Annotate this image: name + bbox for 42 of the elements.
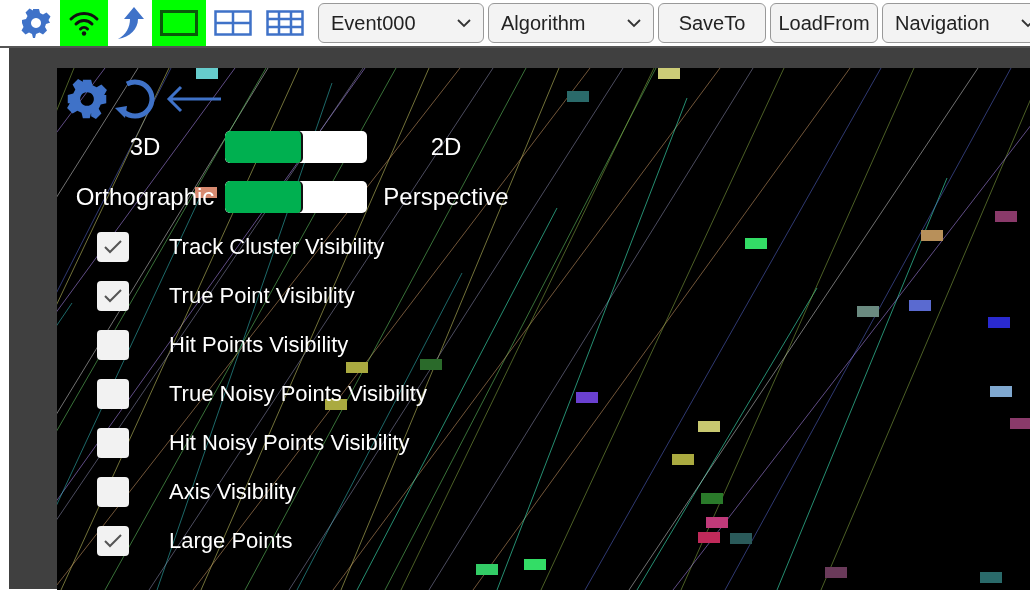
- toggle-label: 2D: [429, 133, 463, 161]
- checkbox[interactable]: [97, 476, 129, 507]
- curved-arrow-icon: [116, 6, 144, 40]
- checkbox[interactable]: [97, 378, 129, 409]
- three-by-three-grid-icon: [266, 10, 304, 36]
- wifi-icon: [68, 9, 100, 37]
- checkbox[interactable]: [97, 427, 129, 458]
- chevron-down-icon: [627, 18, 641, 28]
- dropdown[interactable]: Navigation: [882, 3, 1030, 43]
- checkmark-icon: [104, 239, 122, 254]
- settings-icon: [20, 7, 52, 39]
- dropdown[interactable]: Event000: [318, 3, 484, 43]
- two-by-two-grid-icon: [214, 10, 252, 36]
- checkmark-icon: [104, 533, 122, 548]
- toolbar-button[interactable]: [60, 0, 108, 46]
- toggle-slider[interactable]: [225, 181, 367, 213]
- button[interactable]: LoadFrom: [770, 3, 878, 43]
- toggle-label: Orthographic: [74, 183, 216, 211]
- chevron-down-icon: [457, 18, 471, 28]
- dropdown[interactable]: Algorithm: [488, 3, 654, 43]
- checkbox-label: Axis Visibility: [169, 478, 296, 505]
- checkbox-label: Hit Noisy Points Visibility: [169, 429, 410, 456]
- checkbox[interactable]: [97, 231, 129, 262]
- single-view-icon: [160, 10, 198, 36]
- toggle-label: 3D: [128, 133, 162, 161]
- checkbox[interactable]: [97, 329, 129, 360]
- checkbox[interactable]: [97, 280, 129, 311]
- toggle-slider[interactable]: [225, 131, 367, 163]
- toolbar-button[interactable]: [152, 0, 206, 46]
- checkbox-label: Track Cluster Visibility: [169, 233, 385, 260]
- checkbox-label: Large Points: [169, 527, 293, 554]
- checkbox-label: True Point Visibility: [169, 282, 355, 309]
- checkbox-label: Hit Points Visibility: [169, 331, 349, 358]
- button[interactable]: SaveTo: [658, 3, 766, 43]
- checkbox-label: True Noisy Points Visibility: [169, 380, 427, 407]
- settings-icon[interactable]: [65, 77, 109, 121]
- toggle-label: Perspective: [382, 183, 510, 211]
- chevron-down-icon: [1021, 18, 1030, 28]
- track-viewport[interactable]: 3D 2D Orthographic Perspective Track Cluster Visibility True Point Visibility Hit Points Visibility True Noisy Points Visibility Hit Noisy Points Visibility Axis Visibility Large Points: [57, 68, 1030, 590]
- checkmark-icon: [104, 288, 122, 303]
- back-arrow-icon[interactable]: [165, 84, 223, 114]
- checkbox[interactable]: [97, 525, 129, 556]
